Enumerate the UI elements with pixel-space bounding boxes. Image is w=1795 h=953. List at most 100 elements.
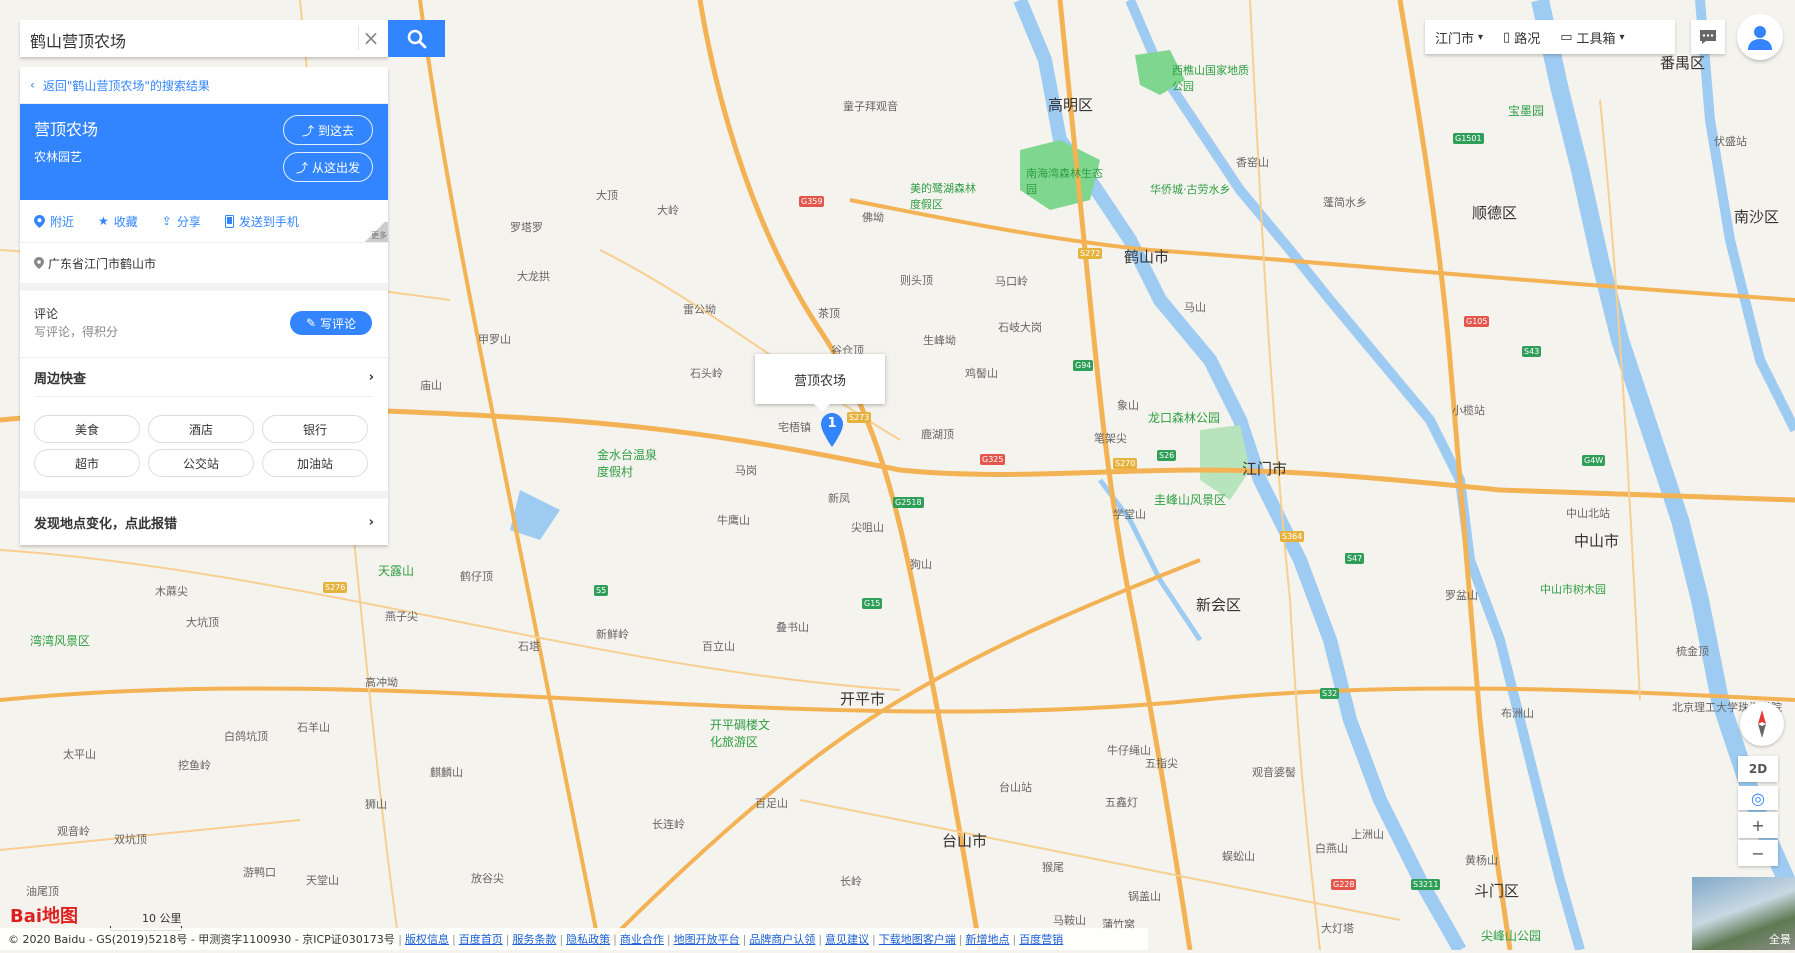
map-label: 佛坳 bbox=[862, 211, 884, 224]
road-shield: G15 bbox=[862, 598, 883, 609]
back-to-results-link[interactable]: ‹ 返回"鹤山营顶农场"的搜索结果 bbox=[20, 67, 388, 104]
send-to-phone-action[interactable]: 发送到手机 bbox=[224, 213, 299, 230]
footer-link[interactable]: 地图开放平台 bbox=[674, 931, 740, 947]
map-label: 圭峰山风景区 bbox=[1154, 493, 1227, 507]
traffic-toggle[interactable]: ▯ 路况 bbox=[1493, 28, 1550, 47]
map-label: 鹤仔顶 bbox=[460, 570, 493, 583]
chevron-left-icon: ‹ bbox=[30, 78, 35, 92]
report-link[interactable]: 发现地点变化，点此报错 › bbox=[20, 491, 388, 545]
chip-hotel[interactable]: 酒店 bbox=[148, 415, 254, 443]
chevron-right-icon: › bbox=[368, 369, 374, 385]
footer-link[interactable]: 百度首页 bbox=[459, 931, 503, 947]
from-here-button[interactable]: ⤴ 从这出发 bbox=[283, 152, 373, 182]
share-action[interactable]: ⇪ 分享 bbox=[162, 213, 201, 230]
map-label: 开平碉楼文化旅游区 bbox=[710, 718, 771, 749]
separator: | bbox=[666, 932, 671, 946]
city-selector[interactable]: 江门市 ▾ bbox=[1425, 28, 1493, 47]
separator: | bbox=[452, 932, 456, 946]
nearby-label: 附近 bbox=[50, 214, 75, 229]
panorama-label: 全景 bbox=[1769, 933, 1791, 946]
compass-control[interactable] bbox=[1740, 702, 1784, 746]
road-shield: G325 bbox=[980, 454, 1006, 465]
map-label: 油尾顶 bbox=[26, 885, 59, 898]
map-label: 百足山 bbox=[755, 797, 788, 810]
footer-link[interactable]: 商业合作 bbox=[620, 931, 664, 947]
panorama-thumbnail[interactable]: 全景 bbox=[1692, 877, 1795, 950]
review-subtitle: 写评论，得积分 bbox=[34, 325, 119, 339]
search-icon bbox=[407, 29, 426, 48]
map-label: 小榄站 bbox=[1452, 404, 1485, 417]
map-label: 台山市 bbox=[942, 832, 988, 850]
chip-bus-stop[interactable]: 公交站 bbox=[148, 449, 254, 477]
road-shield: S47 bbox=[1345, 553, 1365, 564]
poi-popup[interactable]: 营顶农场 bbox=[755, 354, 885, 412]
chip-bank[interactable]: 银行 bbox=[262, 415, 368, 443]
separator: | bbox=[1012, 932, 1017, 946]
map-label: 长连岭 bbox=[652, 818, 685, 831]
map-label: 牛仔绳山 bbox=[1107, 744, 1151, 757]
user-avatar[interactable] bbox=[1737, 14, 1783, 60]
footer-link[interactable]: 新增地点 bbox=[965, 931, 1009, 947]
map-label: 黄杨山 bbox=[1465, 854, 1498, 867]
goto-button[interactable]: ⤴ 到这去 bbox=[283, 115, 373, 145]
search-button[interactable] bbox=[388, 20, 445, 57]
footer-link[interactable]: 下载地图客户端 bbox=[879, 931, 956, 947]
footer-link[interactable]: 服务条款 bbox=[512, 931, 556, 947]
road-shield: S364 bbox=[1280, 531, 1305, 542]
fold-corner[interactable]: 更多 bbox=[362, 222, 388, 242]
road-shield: S3211 bbox=[1411, 879, 1441, 890]
footer-link[interactable]: 品牌商户认领 bbox=[749, 931, 815, 947]
logo-text: Bai地图 bbox=[10, 906, 79, 927]
map-label: 木蔴尖 bbox=[155, 585, 188, 598]
footer-link[interactable]: 意见建议 bbox=[825, 931, 869, 947]
message-button[interactable] bbox=[1691, 20, 1725, 54]
map-label: 观音岭 bbox=[57, 825, 90, 838]
poi-category: 农林园艺 bbox=[34, 150, 83, 164]
address-text: 广东省江门市鹤山市 bbox=[48, 256, 157, 271]
nearby-action[interactable]: 附近 bbox=[34, 213, 74, 230]
close-icon[interactable]: × bbox=[358, 26, 383, 50]
map-label: 宅梧镇 bbox=[778, 421, 811, 434]
map-label: 新会区 bbox=[1196, 596, 1242, 614]
favorite-action[interactable]: ★ 收藏 bbox=[98, 213, 138, 230]
map-label: 笔架尖 bbox=[1094, 432, 1127, 445]
footer-link[interactable]: 隐私政策 bbox=[566, 931, 610, 947]
write-review-button[interactable]: ✎ 写评论 bbox=[290, 311, 372, 335]
phone-icon bbox=[224, 214, 234, 228]
map-label: 高冲坳 bbox=[365, 676, 398, 689]
map-label: 鹤山市 bbox=[1124, 248, 1170, 266]
edit-icon: ✎ bbox=[305, 316, 317, 330]
chip-supermarket[interactable]: 超市 bbox=[34, 449, 140, 477]
map-label: 学堂山 bbox=[1113, 508, 1146, 521]
map-label: 马山 bbox=[1184, 301, 1206, 314]
map-label: 猴尾 bbox=[1042, 861, 1064, 874]
map-label: 燕子尖 bbox=[385, 610, 418, 623]
map-label: 童子拜观音 bbox=[843, 100, 898, 113]
road-shield: G4W bbox=[1582, 455, 1606, 466]
map-marker[interactable]: 1 bbox=[821, 413, 843, 450]
locate-button[interactable]: ◎ bbox=[1738, 786, 1778, 810]
road-shield: G94 bbox=[1073, 360, 1094, 371]
nearby-header[interactable]: 周边快查 › bbox=[34, 358, 374, 397]
map-label: 梳金顶 bbox=[1676, 645, 1709, 658]
chip-gas-station[interactable]: 加油站 bbox=[262, 449, 368, 477]
search-box[interactable]: 鹤山营顶农场 × bbox=[20, 20, 388, 57]
zoom-in-button[interactable]: + bbox=[1738, 812, 1778, 838]
map-label: 宝墨园 bbox=[1508, 104, 1545, 118]
favorite-label: 收藏 bbox=[113, 214, 138, 229]
map-label: 石头岭 bbox=[690, 367, 723, 380]
map-label: 中山市 bbox=[1574, 532, 1620, 550]
footer-link[interactable]: 版权信息 bbox=[405, 931, 449, 947]
search-input[interactable]: 鹤山营顶农场 bbox=[30, 28, 126, 52]
toolbox-menu[interactable]: ▭ 工具箱 ▾ bbox=[1550, 28, 1634, 47]
footer-link[interactable]: 百度营销 bbox=[1019, 931, 1063, 947]
zoom-out-button[interactable]: − bbox=[1738, 840, 1778, 866]
poi-name: 营顶农场 bbox=[34, 120, 99, 139]
map-label: 南海湾森林生态园 bbox=[1026, 167, 1103, 196]
chip-food[interactable]: 美食 bbox=[34, 415, 140, 443]
city-label: 江门市 bbox=[1435, 31, 1475, 47]
map-label: 鸡髻山 bbox=[965, 367, 998, 380]
view-2d-button[interactable]: 2D bbox=[1738, 756, 1778, 782]
map-label: 白燕山 bbox=[1315, 842, 1348, 855]
map-label: 龙口森林公园 bbox=[1148, 411, 1221, 425]
